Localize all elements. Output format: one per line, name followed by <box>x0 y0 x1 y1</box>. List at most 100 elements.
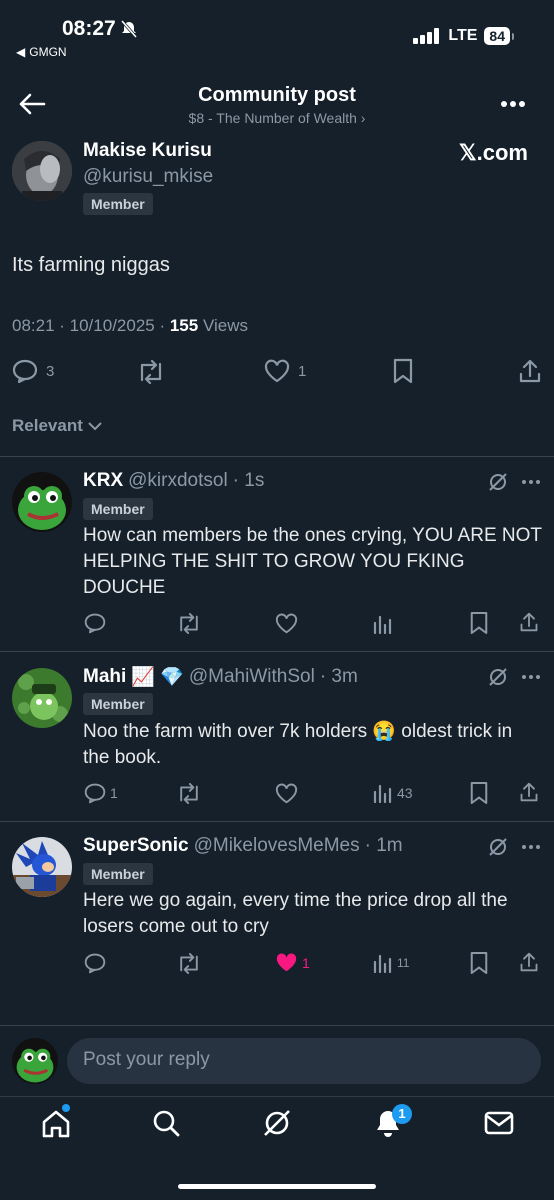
share-icon[interactable] <box>518 358 542 384</box>
my-avatar[interactable] <box>12 1038 58 1084</box>
grok-icon[interactable] <box>487 836 509 858</box>
home-indicator <box>178 1184 376 1189</box>
share-icon[interactable] <box>519 611 539 633</box>
reply-input[interactable]: Post your reply <box>67 1038 541 1084</box>
chevron-down-icon <box>88 422 102 431</box>
views-count: 155 <box>169 316 199 335</box>
commenter-name[interactable]: KRX <box>83 470 123 492</box>
views-icon <box>373 954 392 973</box>
bookmark-icon[interactable] <box>469 781 489 805</box>
divider <box>0 456 554 457</box>
heart-icon[interactable] <box>275 783 298 804</box>
commenter-name[interactable]: Mahi <box>83 666 126 688</box>
post-time: 08:21 · 10/10/2025 · <box>12 316 170 335</box>
views-button[interactable]: 11 <box>373 952 409 973</box>
home-icon[interactable] <box>40 1108 72 1140</box>
commenter-avatar[interactable] <box>12 472 72 532</box>
member-badge: Member <box>83 693 153 715</box>
reply-button[interactable]: 3 <box>12 359 54 383</box>
sort-dropdown[interactable]: Relevant <box>12 416 103 436</box>
post-text: Its farming niggas <box>12 254 170 276</box>
comment-time: · 1s <box>232 470 265 491</box>
comment-header: SuperSonic @MikelovesMeMes · 1m <box>83 835 403 857</box>
like-count: 1 <box>298 362 307 380</box>
commenter-handle[interactable]: @MahiWithSol <box>189 666 315 688</box>
reply-icon <box>12 359 38 383</box>
comment-more-icon[interactable] <box>521 674 541 680</box>
commenter-handle[interactable]: @kirxdotsol <box>128 470 228 492</box>
views-button[interactable]: 43 <box>373 782 413 803</box>
community-link[interactable]: $8 - The Number of Wealth › <box>0 110 554 126</box>
comment-text: Here we go again, every time the price d… <box>83 890 508 937</box>
heart-icon <box>264 359 290 383</box>
commenter-name[interactable]: SuperSonic <box>83 835 189 857</box>
search-icon[interactable] <box>151 1108 181 1138</box>
comment-text: Noo the farm with over 7k holders 😭 olde… <box>83 721 513 768</box>
grok-icon[interactable] <box>487 471 509 493</box>
author-avatar[interactable] <box>12 141 72 201</box>
battery-icon: 84 <box>484 27 514 45</box>
comment-more-icon[interactable] <box>521 844 541 850</box>
views-count: 43 <box>397 784 413 801</box>
x-brand-logo: 𝕏.com <box>458 140 528 165</box>
views-icon <box>373 784 392 803</box>
heart-filled-icon <box>276 953 297 972</box>
reply-button[interactable]: 1 <box>84 782 118 804</box>
commenter-handle[interactable]: @MikelovesMeMes <box>194 835 360 857</box>
network-label: LTE <box>448 27 478 44</box>
back-to-app[interactable]: ◀ GMGN <box>16 45 67 59</box>
author-name[interactable]: Makise Kurisu <box>83 140 212 162</box>
comment-time: · 1m <box>364 835 403 856</box>
like-count: 1 <box>302 954 310 971</box>
bookmark-icon[interactable] <box>469 951 489 975</box>
divider <box>0 821 554 822</box>
bell-muted-icon <box>120 20 137 38</box>
author-handle[interactable]: @kurisu_mkise <box>83 166 213 188</box>
comment-header: KRX @kirxdotsol · 1s <box>83 470 264 492</box>
messages-icon[interactable] <box>484 1110 514 1136</box>
views-label: Views <box>198 316 248 335</box>
commenter-avatar[interactable] <box>12 837 72 897</box>
heart-icon[interactable] <box>275 613 298 634</box>
back-triangle-icon: ◀ <box>16 45 26 59</box>
sort-label: Relevant <box>12 416 83 435</box>
grok-nav-icon[interactable] <box>262 1108 292 1138</box>
divider <box>0 1025 554 1026</box>
reply-icon[interactable] <box>84 612 106 634</box>
member-badge: Member <box>83 498 153 520</box>
repost-icon[interactable] <box>176 613 202 634</box>
comment-header: Mahi 📈 💎 @MahiWithSol · 3m <box>83 665 358 689</box>
views-icon[interactable] <box>373 613 393 634</box>
reply-icon <box>84 783 106 804</box>
like-button[interactable]: 1 <box>275 952 310 973</box>
status-indicators: LTE 84 <box>413 27 514 45</box>
grok-icon[interactable] <box>487 666 509 688</box>
bookmark-icon[interactable] <box>469 611 489 635</box>
views-count: 11 <box>397 955 410 970</box>
repost-icon[interactable] <box>136 360 166 384</box>
more-options-icon[interactable] <box>500 100 526 108</box>
comment-text: How can members be the ones crying, YOU … <box>83 525 542 598</box>
repost-icon[interactable] <box>176 953 202 974</box>
home-dot-indicator <box>62 1104 70 1112</box>
commenter-avatar[interactable] <box>12 668 72 728</box>
comment-more-icon[interactable] <box>521 479 541 485</box>
member-badge: Member <box>83 863 153 885</box>
name-emoji: 📈 💎 <box>131 667 184 688</box>
status-time-text: 08:27 <box>62 17 116 40</box>
like-button[interactable]: 1 <box>264 359 306 383</box>
post-meta: 08:21 · 10/10/2025 · 155 Views <box>12 316 248 336</box>
share-icon[interactable] <box>519 781 539 803</box>
reply-icon[interactable] <box>84 952 106 974</box>
reply-count: 1 <box>110 785 118 801</box>
back-app-label: GMGN <box>29 45 67 59</box>
bookmark-icon[interactable] <box>392 358 414 384</box>
reply-count: 3 <box>46 362 55 380</box>
member-badge: Member <box>83 193 153 215</box>
share-icon[interactable] <box>519 951 539 973</box>
comment-time: · 3m <box>319 666 358 687</box>
signal-icon <box>413 28 440 44</box>
notification-badge: 1 <box>392 1104 412 1124</box>
status-time: 08:27 <box>62 17 139 41</box>
repost-icon[interactable] <box>176 783 202 804</box>
